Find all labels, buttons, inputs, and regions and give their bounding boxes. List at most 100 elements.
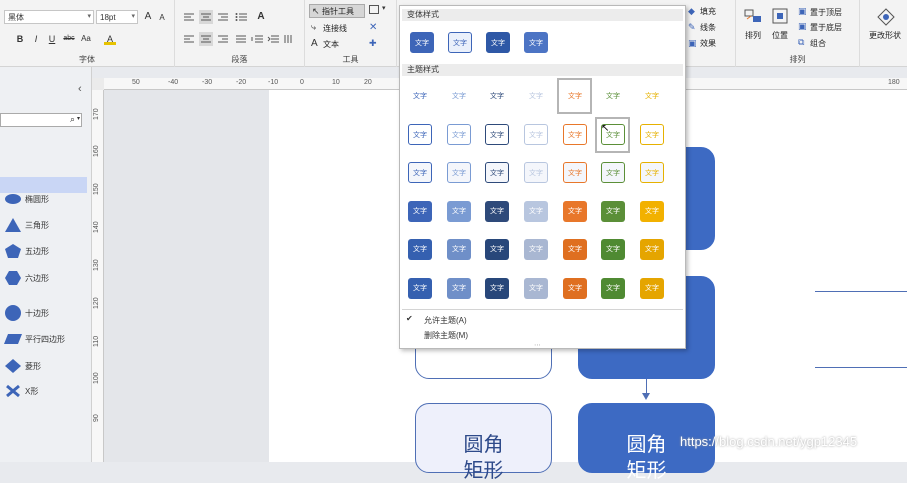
shape-item[interactable]: 椭圆形 — [4, 191, 90, 207]
theme-style-swatch[interactable]: 文字 — [524, 124, 548, 145]
rectangle-tool-button[interactable] — [369, 5, 379, 14]
theme-style-swatch[interactable]: 文字 — [447, 201, 471, 222]
effect-button[interactable]: 效果 — [700, 38, 716, 49]
change-case-button[interactable]: Aa — [78, 33, 94, 45]
theme-style-swatch[interactable]: 文字 — [485, 201, 509, 222]
theme-style-swatch[interactable]: 文字 — [524, 86, 548, 107]
theme-style-swatch[interactable]: 文字 — [563, 201, 587, 222]
theme-style-swatch[interactable]: 文字 — [640, 239, 664, 260]
theme-style-swatch[interactable]: 文字 — [640, 201, 664, 222]
connector-tool-button[interactable]: ⤷ 连接线 — [311, 22, 367, 35]
shape-item[interactable]: X形 — [4, 383, 90, 399]
theme-style-swatch[interactable]: 文字 — [601, 278, 625, 299]
font-size-combo[interactable]: 18pt ▾ — [96, 10, 138, 24]
bring-front-button[interactable]: 置于顶层 — [810, 7, 842, 18]
shape-search-input[interactable]: ⌕ ▾ — [0, 113, 82, 127]
decrease-indent-icon[interactable] — [251, 34, 263, 44]
collapse-panel-button[interactable]: ‹ — [78, 83, 82, 95]
variant-style-swatch[interactable]: 文字 — [448, 32, 472, 53]
align-top-left-icon[interactable] — [183, 12, 195, 22]
gallery-menu-item[interactable]: ✔ 允许主题(A) — [402, 313, 683, 327]
theme-style-swatch[interactable]: 文字 — [640, 278, 664, 299]
resize-grip-icon[interactable]: ⋯ — [534, 341, 541, 349]
theme-style-swatch[interactable]: 文字 — [408, 239, 432, 260]
theme-style-swatch[interactable]: 文字 — [601, 86, 625, 107]
theme-style-swatch[interactable]: 文字 — [408, 278, 432, 299]
group-button[interactable]: 组合 — [810, 38, 826, 49]
theme-style-swatch[interactable]: 文字 — [447, 124, 471, 145]
theme-style-swatch[interactable]: 文字 — [524, 239, 548, 260]
variant-style-swatch[interactable]: 文字 — [410, 32, 434, 53]
fill-button[interactable]: 填充 — [700, 6, 716, 17]
theme-style-swatch[interactable]: 文字 — [447, 239, 471, 260]
theme-style-swatch[interactable]: 文字 — [485, 278, 509, 299]
theme-style-swatch[interactable]: 文字 — [524, 278, 548, 299]
theme-style-swatch[interactable]: 文字 — [524, 162, 548, 183]
theme-style-swatch[interactable]: 文字 — [640, 124, 664, 145]
arrange-icon[interactable] — [744, 8, 762, 24]
theme-style-swatch[interactable]: 文字 — [563, 278, 587, 299]
theme-style-swatch[interactable]: 文字 — [485, 162, 509, 183]
underline-button[interactable]: U — [46, 33, 58, 45]
theme-style-swatch[interactable]: 文字 — [563, 162, 587, 183]
font-color-button[interactable]: A — [104, 33, 116, 45]
pointer-tool-button[interactable]: ↖ 指针工具 — [309, 4, 365, 18]
send-back-button[interactable]: 置于底层 — [810, 22, 842, 33]
crop-icon[interactable]: ✚ — [369, 38, 377, 49]
theme-style-swatch[interactable]: 文字 — [408, 162, 432, 183]
increase-font-icon[interactable]: A — [255, 11, 267, 23]
theme-style-swatch[interactable]: 文字 — [408, 86, 432, 107]
grow-font-button[interactable]: A — [142, 11, 154, 23]
theme-style-swatch[interactable]: 文字 — [601, 162, 625, 183]
theme-style-swatch[interactable]: 文字 — [601, 239, 625, 260]
theme-style-swatch[interactable]: 文字 — [408, 201, 432, 222]
shape-item[interactable]: 十边形 — [4, 305, 90, 321]
shape-item[interactable]: 菱形 — [4, 358, 90, 374]
theme-style-swatch[interactable]: 文字 — [485, 124, 509, 145]
change-shape-button[interactable]: 更改形状 — [866, 6, 907, 46]
shrink-font-button[interactable]: A — [156, 12, 168, 24]
justify-icon[interactable] — [235, 34, 247, 44]
variant-style-swatch[interactable]: 文字 — [486, 32, 510, 53]
close-icon[interactable]: ✕ — [369, 22, 377, 33]
theme-style-swatch[interactable]: 文字 — [408, 124, 432, 145]
align-top-center-icon[interactable] — [199, 10, 213, 24]
line-shape[interactable] — [815, 367, 907, 368]
theme-style-swatch[interactable]: 文字 — [563, 124, 587, 145]
shape-item[interactable]: 六边形 — [4, 270, 90, 286]
shape-item[interactable]: 五边形 — [4, 243, 90, 259]
theme-style-swatch[interactable]: 文字 — [601, 201, 625, 222]
theme-style-swatch[interactable]: 文字 — [485, 239, 509, 260]
strikethrough-button[interactable]: abc — [60, 33, 78, 45]
theme-style-swatch[interactable]: 文字 — [447, 162, 471, 183]
text-tool-button[interactable]: A 文本 — [311, 38, 361, 51]
shape-item[interactable]: 三角形 — [4, 217, 90, 233]
variant-style-swatch[interactable]: 文字 — [524, 32, 548, 53]
text-direction-icon[interactable] — [283, 34, 295, 44]
theme-style-swatch[interactable]: 文字 — [447, 86, 471, 107]
theme-style-swatch[interactable]: 文字 — [524, 201, 548, 222]
line-shape[interactable] — [815, 291, 907, 292]
align-left-icon[interactable] — [183, 34, 195, 44]
bold-button[interactable]: B — [14, 33, 26, 45]
theme-style-swatch[interactable]: 文字 — [563, 239, 587, 260]
light-rounded-box-bottom[interactable]: 圆角 矩形 — [415, 403, 552, 482]
italic-button[interactable]: I — [30, 33, 42, 45]
bullets-icon[interactable] — [235, 12, 247, 22]
line-button[interactable]: 线条 — [700, 22, 716, 33]
shape-item[interactable]: 平行四边形 — [4, 331, 90, 347]
arrange-button[interactable]: 排列 — [745, 30, 761, 41]
position-icon[interactable] — [772, 8, 788, 24]
align-top-right-icon[interactable] — [217, 12, 229, 22]
theme-style-swatch[interactable]: 文字 — [640, 162, 664, 183]
position-button[interactable]: 位置 — [772, 30, 788, 41]
increase-indent-icon[interactable] — [267, 34, 279, 44]
theme-style-swatch[interactable]: 文字 — [640, 86, 664, 107]
chevron-down-icon[interactable]: ▾ — [382, 4, 386, 12]
align-center-icon[interactable] — [199, 32, 213, 46]
font-name-combo[interactable]: 黑体 ▾ — [4, 10, 94, 24]
gallery-menu-item[interactable]: 删除主题(M) — [402, 328, 683, 342]
align-right-icon[interactable] — [217, 34, 229, 44]
theme-style-swatch[interactable]: 文字 — [485, 86, 509, 107]
theme-style-swatch[interactable]: 文字 — [447, 278, 471, 299]
